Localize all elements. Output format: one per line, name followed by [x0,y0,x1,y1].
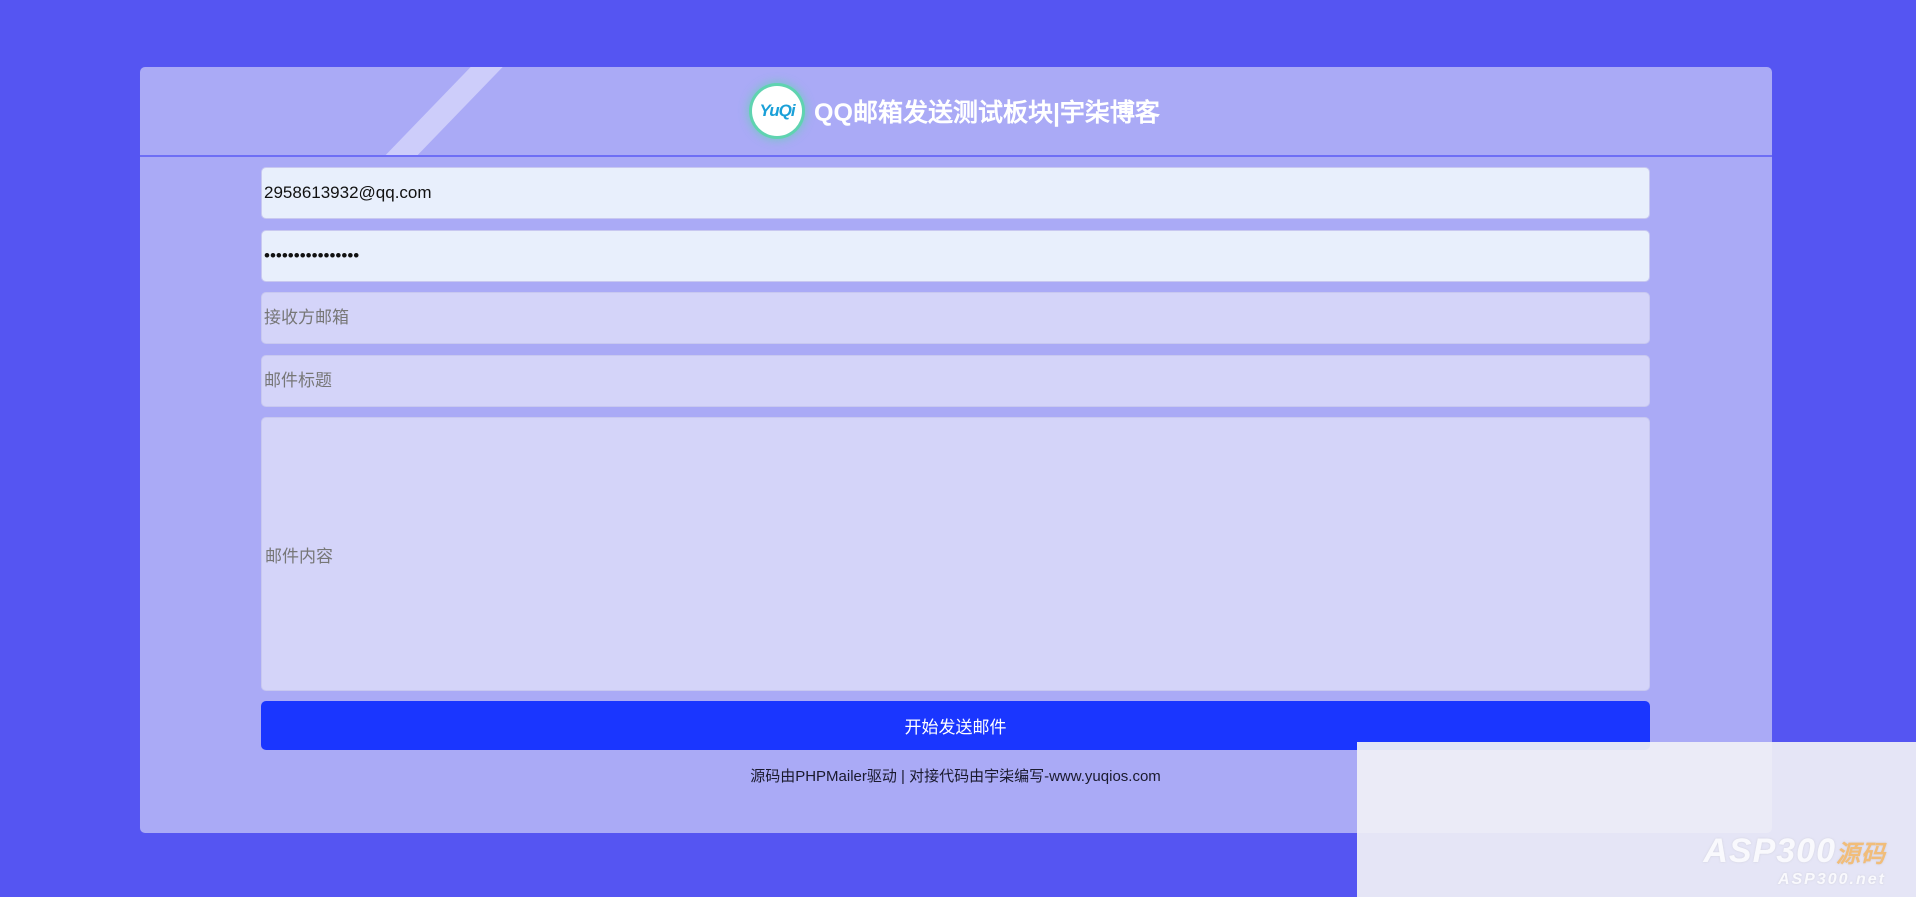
watermark-suffix: 源码 [1836,841,1886,868]
watermark-overlay: ASP300源码 ASP300.net [1357,742,1916,897]
sender-password-field[interactable] [261,229,1650,282]
card-header: YuQi QQ邮箱发送测试板块|宇柒博客 [140,67,1772,157]
sender-email-field[interactable] [261,167,1650,219]
mail-content-placeholder: 邮件内容 [265,546,333,566]
header-shine-decoration [354,67,522,155]
site-logo: YuQi [752,86,803,136]
logo-text: YuQi [759,101,796,120]
mail-subject-field[interactable] [261,354,1650,407]
watermark-main: ASP300 [1703,832,1836,870]
mail-test-card: YuQi QQ邮箱发送测试板块|宇柒博客 邮件内容 开始发送邮件 源码由PHPM… [140,67,1772,833]
page-title: QQ邮箱发送测试板块|宇柒博客 [814,99,1160,127]
mail-content-textarea[interactable]: 邮件内容 [261,417,1650,691]
watermark-logo: ASP300源码 ASP300.net [1703,832,1886,889]
watermark-sub: ASP300.net [1777,871,1886,888]
mail-form: 邮件内容 开始发送邮件 源码由PHPMailer驱动 | 对接代码由宇柒编写-w… [261,167,1650,786]
recipient-email-field[interactable] [261,292,1650,344]
